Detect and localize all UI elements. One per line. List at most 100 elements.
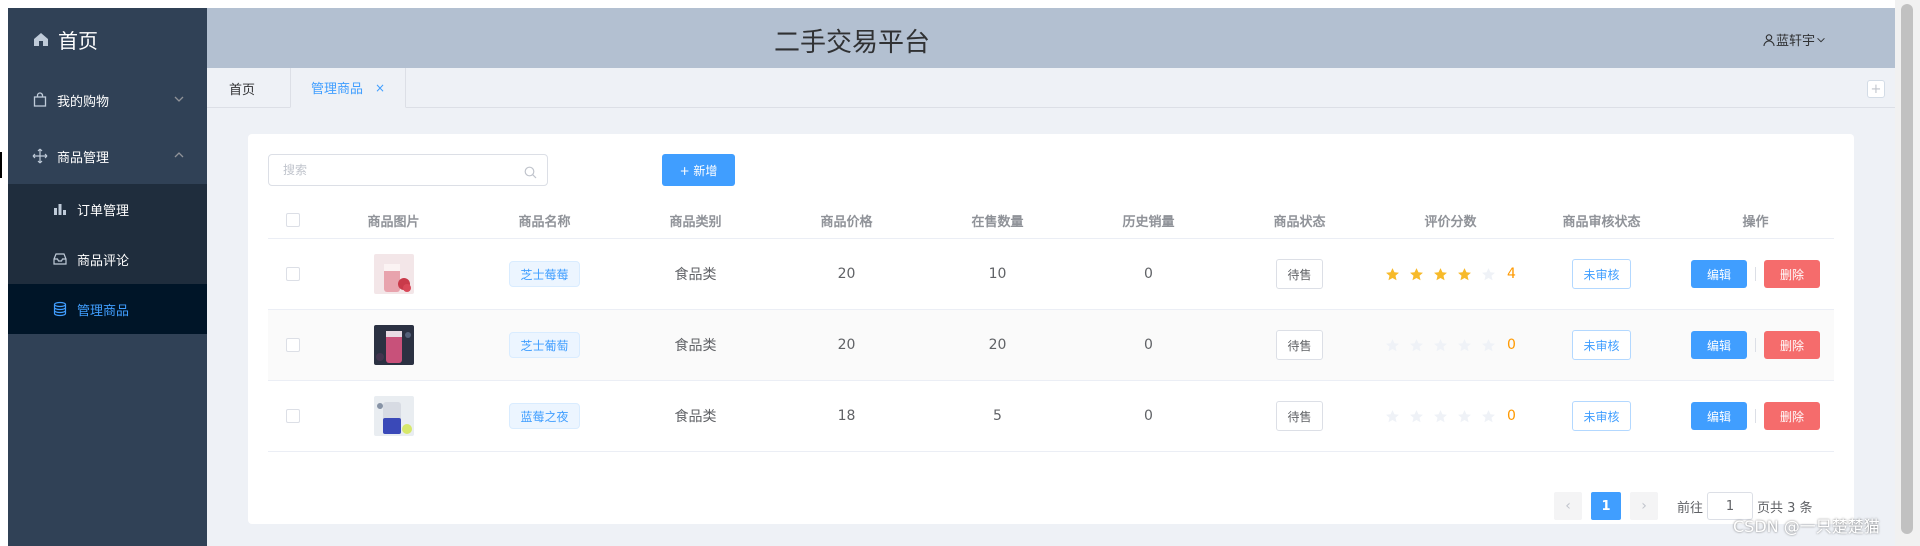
star-icon[interactable] — [1409, 338, 1424, 353]
message-box-icon — [52, 251, 68, 267]
star-icon[interactable] — [1409, 267, 1424, 282]
audit-cell: 未审核 — [1526, 381, 1677, 451]
star-icon[interactable] — [1409, 409, 1424, 424]
table-row: 蓝莓之夜 食品类 18 5 0 待售 0 未审核 编辑 删除 — [268, 381, 1834, 452]
audit-status-button[interactable]: 未审核 — [1572, 401, 1631, 431]
star-icon[interactable] — [1457, 267, 1472, 282]
goods-table: 商品图片 商品名称 商品类别 商品价格 在售数量 历史销量 商品状态 评价分数 … — [268, 202, 1834, 452]
goods-card: + 新增 商品图片 商品名称 商品类别 商品价格 在售数量 历史销量 商品状态 … — [248, 134, 1854, 524]
actions-cell: 编辑 删除 — [1677, 310, 1834, 380]
bar-chart-icon — [52, 201, 68, 217]
sidebar-item-label: 商品评论 — [77, 253, 130, 269]
star-icon[interactable] — [1457, 338, 1472, 353]
star-icon[interactable] — [1481, 409, 1496, 424]
user-name: 蓝轩宇 — [1776, 34, 1816, 49]
search-input[interactable] — [283, 155, 523, 185]
top-header: 二手交易平台 蓝轩宇 — [207, 8, 1895, 68]
add-tab-button[interactable]: + — [1867, 80, 1885, 98]
goto-prefix: 前往 — [1677, 500, 1704, 516]
column-header: 商品名称 — [518, 214, 571, 230]
next-page-button[interactable]: › — [1630, 492, 1658, 520]
sidebar-home-label: 首页 — [58, 28, 98, 53]
row-checkbox[interactable] — [286, 338, 300, 352]
star-rating[interactable] — [1385, 267, 1505, 282]
goods-name-tag: 芝士莓莓 — [509, 261, 580, 287]
actions-cell: 编辑 删除 — [1677, 381, 1834, 451]
delete-button[interactable]: 删除 — [1764, 260, 1820, 288]
tab-label: 管理商品 — [311, 82, 364, 97]
audit-cell: 未审核 — [1526, 310, 1677, 380]
star-icon[interactable] — [1433, 338, 1448, 353]
actions-cell: 编辑 删除 — [1677, 239, 1834, 309]
goods-name-cell: 蓝莓之夜 — [469, 381, 620, 451]
rating-score: 0 — [1507, 337, 1516, 353]
column-header: 操作 — [1742, 214, 1769, 230]
goods-stock: 5 — [993, 408, 1002, 424]
star-icon[interactable] — [1385, 267, 1400, 282]
goods-price: 20 — [837, 337, 856, 353]
goods-name-cell: 芝士葡萄 — [469, 310, 620, 380]
star-icon[interactable] — [1457, 409, 1472, 424]
add-goods-button[interactable]: + 新增 — [662, 154, 735, 186]
star-rating[interactable] — [1385, 338, 1505, 353]
goods-status-button[interactable]: 待售 — [1276, 330, 1323, 360]
user-icon — [1762, 33, 1776, 47]
edit-button[interactable]: 编辑 — [1691, 260, 1747, 288]
delete-button[interactable]: 删除 — [1764, 402, 1820, 430]
chevron-down-icon — [173, 93, 185, 105]
sidebar-item-order-management[interactable]: 订单管理 — [8, 184, 207, 234]
sidebar-item-my-shopping[interactable]: 我的购物 — [8, 72, 207, 128]
rating-score: 0 — [1507, 408, 1516, 424]
search-icon[interactable] — [524, 164, 537, 179]
goods-status-button[interactable]: 待售 — [1276, 401, 1323, 431]
sidebar-item-label: 管理商品 — [77, 303, 130, 319]
star-icon[interactable] — [1433, 409, 1448, 424]
goods-image-cell — [318, 310, 469, 380]
sidebar-item-goods-management[interactable]: 商品管理 — [8, 128, 207, 184]
sidebar-item-label: 我的购物 — [57, 94, 110, 110]
goods-status-cell: 待售 — [1224, 239, 1375, 309]
goods-stock: 10 — [988, 266, 1007, 282]
user-dropdown[interactable]: 蓝轩宇 — [1762, 30, 1829, 49]
select-all-cell — [268, 202, 318, 238]
column-header: 在售数量 — [971, 214, 1024, 230]
audit-status-button[interactable]: 未审核 — [1572, 330, 1631, 360]
row-select-cell — [268, 239, 318, 309]
edit-button[interactable]: 编辑 — [1691, 331, 1747, 359]
goods-status-cell: 待售 — [1224, 381, 1375, 451]
delete-button[interactable]: 删除 — [1764, 331, 1820, 359]
star-rating[interactable] — [1385, 409, 1505, 424]
chevron-down-icon — [1815, 33, 1829, 47]
star-icon[interactable] — [1433, 267, 1448, 282]
goods-status-button[interactable]: 待售 — [1276, 259, 1323, 289]
select-all-checkbox[interactable] — [286, 213, 300, 227]
vertical-scrollbar[interactable] — [1895, 0, 1920, 546]
column-header: 商品审核状态 — [1562, 214, 1641, 230]
audit-status-button[interactable]: 未审核 — [1572, 259, 1631, 289]
star-icon[interactable] — [1385, 409, 1400, 424]
sidebar-item-goods-comments[interactable]: 商品评论 — [8, 234, 207, 284]
row-checkbox[interactable] — [286, 409, 300, 423]
goods-image-cell — [318, 239, 469, 309]
app-frame: 首页 我的购物 商品管理 订单管理 商品评论 管理商品 二手交易平台 蓝轩宇 首… — [8, 8, 1895, 546]
tab-manage-goods[interactable]: 管理商品 × — [290, 68, 407, 108]
close-icon[interactable]: × — [375, 81, 385, 95]
prev-page-button[interactable]: ‹ — [1554, 492, 1582, 520]
goods-price: 20 — [837, 266, 856, 282]
sidebar-item-manage-goods[interactable]: 管理商品 — [8, 284, 207, 334]
row-checkbox[interactable] — [286, 267, 300, 281]
column-header: 商品图片 — [367, 214, 420, 230]
goods-image-cell — [318, 381, 469, 451]
action-divider — [1755, 338, 1756, 352]
star-icon[interactable] — [1481, 338, 1496, 353]
rating-cell: 4 — [1375, 239, 1526, 309]
edit-button[interactable]: 编辑 — [1691, 402, 1747, 430]
goods-status-cell: 待售 — [1224, 310, 1375, 380]
star-icon[interactable] — [1481, 267, 1496, 282]
sidebar-home[interactable]: 首页 — [8, 8, 207, 70]
star-icon[interactable] — [1385, 338, 1400, 353]
tab-home[interactable]: 首页 — [229, 68, 255, 108]
rating-score: 4 — [1507, 266, 1516, 282]
scrollbar-thumb[interactable] — [1901, 4, 1913, 534]
page-number-current[interactable]: 1 — [1591, 492, 1621, 520]
